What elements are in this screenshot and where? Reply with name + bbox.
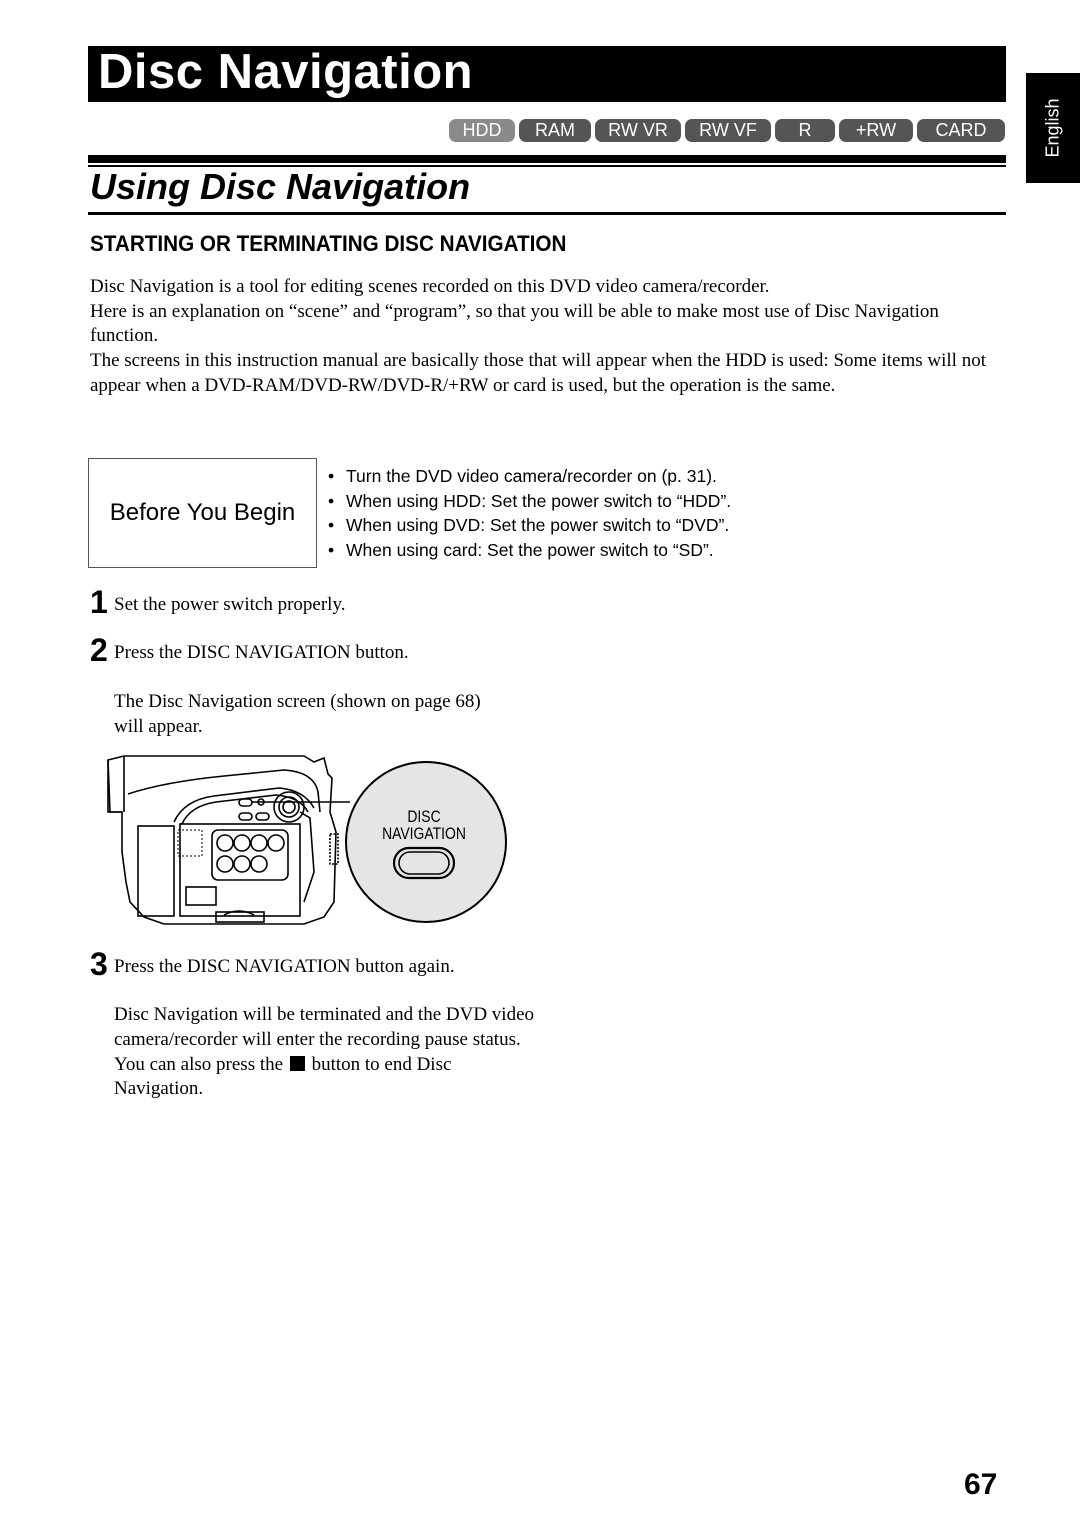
media-badge-plus-rw: +RW	[839, 119, 913, 142]
list-item-text: Turn the DVD video camera/recorder on (p…	[346, 466, 717, 486]
camcorder-illustration: DISC NAVIGATION	[107, 755, 507, 925]
list-item: • When using DVD: Set the power switch to…	[328, 513, 731, 538]
media-badge-rw-vr: RW VR	[595, 119, 681, 142]
step-1: 1 Set the power switch properly.	[90, 584, 345, 621]
media-badge-r: R	[775, 119, 835, 142]
step-number: 1	[90, 584, 108, 620]
media-badge-card: CARD	[917, 119, 1005, 142]
list-item-text: When using HDD: Set the power switch to …	[346, 490, 732, 511]
section-rule-top	[88, 155, 1006, 163]
list-item: • When using card: Set the power switch t…	[328, 538, 731, 563]
step-text: Press the DISC NAVIGATION button again.	[114, 956, 455, 977]
before-you-begin-list: • Turn the DVD video camera/recorder on (…	[328, 464, 731, 562]
media-badge-rw-vf: RW VF	[685, 119, 771, 142]
chapter-title-bar: Disc Navigation	[88, 45, 1006, 102]
subheading: STARTING OR TERMINATING DISC NAVIGATION	[90, 231, 567, 256]
stop-icon	[289, 1055, 305, 1071]
bullet-icon: •	[328, 515, 335, 536]
step-number: 3	[90, 946, 108, 982]
step-3-detail: Disc Navigation will be terminated and t…	[114, 1003, 534, 1102]
language-tab: English	[1026, 73, 1080, 183]
step-text: Set the power switch properly.	[114, 594, 346, 615]
section-title: Using Disc Navigation	[90, 166, 471, 207]
language-label: English	[1042, 98, 1063, 158]
list-item: • When using HDD: Set the power switch to…	[328, 489, 731, 514]
step-detail-text: The Disc Navigation screen (shown on pag…	[114, 691, 481, 737]
intro-paragraph: Disc Navigation is a tool for editing sc…	[90, 276, 770, 297]
list-item-text: When using DVD: Set the power switch to …	[346, 515, 730, 536]
list-item-text: When using card: Set the power switch to…	[346, 539, 714, 560]
bullet-icon: •	[328, 539, 335, 560]
step-detail-text: Disc Navigation will be terminated and t…	[114, 1004, 535, 1050]
chapter-title: Disc Navigation	[98, 45, 474, 99]
step-3: 3 Press the DISC NAVIGATION button again.	[90, 946, 455, 983]
media-badge-ram: RAM	[519, 119, 591, 142]
before-you-begin-label: Before You Begin	[109, 499, 296, 526]
media-badges: HDD RAM RW VR RW VF R +RW CARD	[449, 119, 1005, 142]
bullet-icon: •	[328, 490, 335, 511]
step-2-detail: The Disc Navigation screen (shown on pag…	[114, 690, 494, 740]
step-number: 2	[90, 632, 108, 668]
callout-label-line1: DISC	[407, 808, 440, 827]
list-item: • Turn the DVD video camera/recorder on (…	[328, 464, 731, 489]
section-rule-bottom	[88, 212, 1006, 215]
intro-paragraph: The screens in this instruction manual a…	[90, 350, 986, 396]
step-detail-text: You can also press the button to end Dis…	[114, 1053, 534, 1103]
step-detail-pre: You can also press the	[114, 1053, 284, 1075]
page-number: 67	[964, 1468, 998, 1501]
camcorder-body	[107, 755, 337, 925]
intro-paragraph: Here is an explanation on “scene” and “p…	[90, 300, 939, 347]
before-you-begin-box: Before You Begin	[88, 458, 317, 568]
media-badge-hdd: HDD	[449, 119, 515, 142]
intro-text: Disc Navigation is a tool for editing sc…	[90, 275, 1010, 399]
bullet-icon: •	[328, 466, 335, 486]
step-2: 2 Press the DISC NAVIGATION button.	[90, 632, 409, 669]
step-text: Press the DISC NAVIGATION button.	[114, 642, 409, 663]
disc-navigation-button-icon	[398, 851, 450, 875]
callout-label-line2: NAVIGATION	[382, 825, 466, 844]
